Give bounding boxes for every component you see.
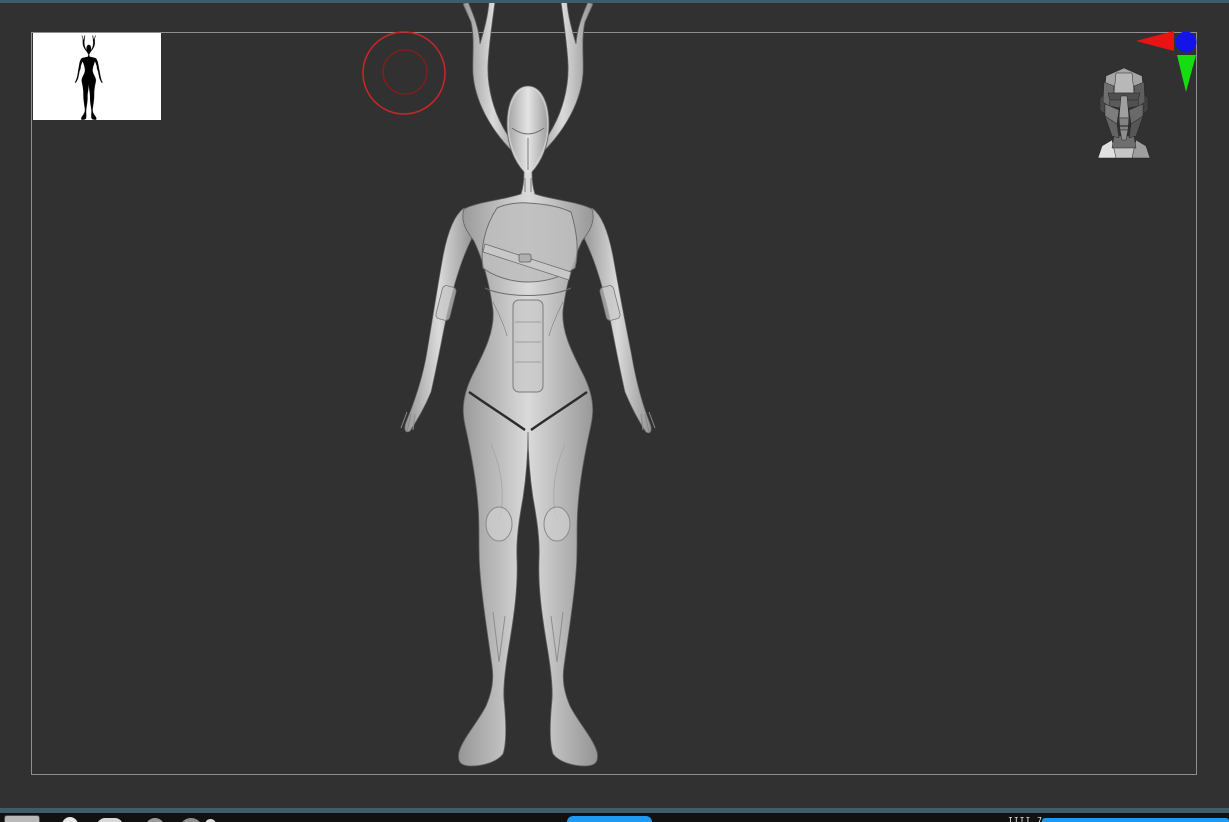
window-thumbnail-icon[interactable]: [4, 815, 40, 822]
z-axis-icon[interactable]: [1176, 32, 1197, 53]
silhouette-figure: [73, 35, 105, 120]
silhouette-thumbnail[interactable]: [33, 33, 161, 120]
window-top-accent: [0, 0, 1229, 3]
y-axis-icon[interactable]: [1177, 55, 1196, 92]
brush-cursor: [358, 27, 453, 122]
app-icon-1[interactable]: [62, 817, 78, 822]
app-icon-2[interactable]: [97, 818, 123, 822]
brush-outer-ring: [363, 32, 445, 114]
taskbar-progress-bar: [1042, 818, 1229, 822]
app-icon-4[interactable]: [181, 818, 201, 822]
app-icon-3[interactable]: [146, 818, 164, 822]
active-taskbar-button[interactable]: [567, 816, 652, 822]
brush-inner-ring: [383, 50, 427, 94]
os-taskbar[interactable]: IIII 7: [0, 813, 1229, 822]
app-window: IIII 7: [0, 0, 1229, 822]
head-preview[interactable]: [1092, 60, 1156, 160]
x-axis-icon[interactable]: [1136, 31, 1174, 51]
tray-text-fragment: IIII 7: [1008, 816, 1043, 822]
